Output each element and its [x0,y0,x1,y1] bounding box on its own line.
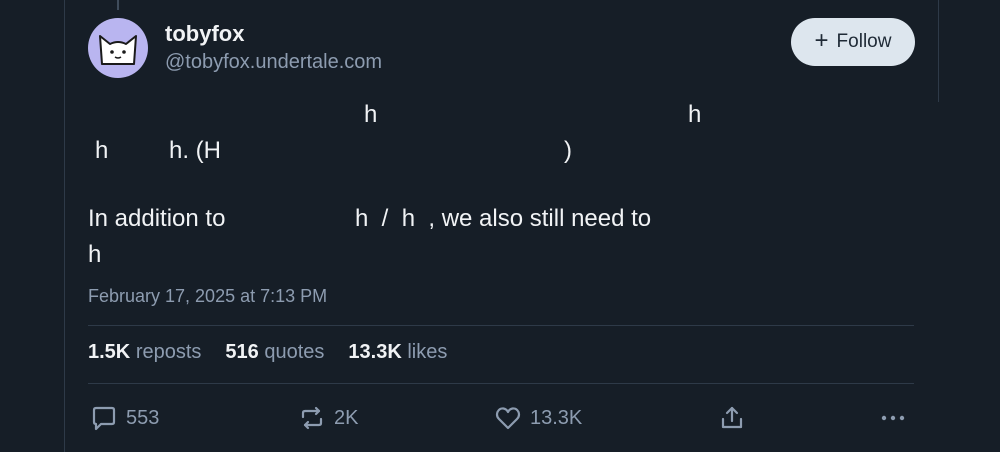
divider [88,383,914,384]
reposts-stat[interactable]: 1.5K reposts [88,341,201,364]
quotes-count: 516 [225,341,259,363]
post-text-fragment: In addition to [88,205,226,232]
post-text-fragment: ) [564,137,572,164]
engagement-stats: 1.5K reposts 516 quotes 13.3K likes [88,341,447,364]
reply-count: 553 [126,406,160,429]
repost-count: 2K [334,406,359,429]
post-text-fragment: h [95,137,109,164]
divider [88,325,914,326]
speech-bubble-icon [92,406,116,431]
likes-label: likes [407,341,448,363]
plus-icon: + [814,27,829,54]
ellipsis-icon [881,415,905,421]
heart-icon [495,407,521,430]
author-handle[interactable]: @tobyfox.undertale.com [165,51,382,74]
post-text-fragment: h / h , we also still need to [355,205,652,232]
like-button[interactable]: 13.3K [494,404,582,432]
post-text-fragment: h [88,241,102,268]
avatar[interactable] [88,18,148,78]
reply-button[interactable]: 553 [90,404,159,432]
post-timestamp[interactable]: February 17, 2025 at 7:13 PM [88,286,327,307]
repost-arrows-icon [301,406,323,430]
follow-button[interactable]: + Follow [791,18,915,66]
post-text-fragment: h [688,101,702,128]
post-card: tobyfox @tobyfox.undertale.com + Follow … [0,0,1000,452]
more-options-button[interactable] [878,404,908,432]
column-border-right [938,0,939,102]
reposts-count: 1.5K [88,341,131,363]
quotes-stat[interactable]: 516 quotes [225,341,324,364]
repost-button[interactable]: 2K [298,404,358,432]
share-button[interactable] [718,404,746,432]
post-text-fragment: h [364,101,378,128]
reposts-label: reposts [135,341,202,363]
likes-stat[interactable]: 13.3K likes [348,341,447,364]
cat-avatar-icon [99,35,137,65]
likes-count: 13.3K [348,341,402,363]
quotes-label: quotes [264,341,325,363]
thread-line [117,0,119,10]
post-text-fragment: h. (H [169,137,222,164]
column-border-left [64,0,65,452]
author-name[interactable]: tobyfox [165,21,244,47]
share-upload-icon [721,406,743,429]
like-count: 13.3K [530,406,583,429]
follow-label: Follow [836,31,892,52]
